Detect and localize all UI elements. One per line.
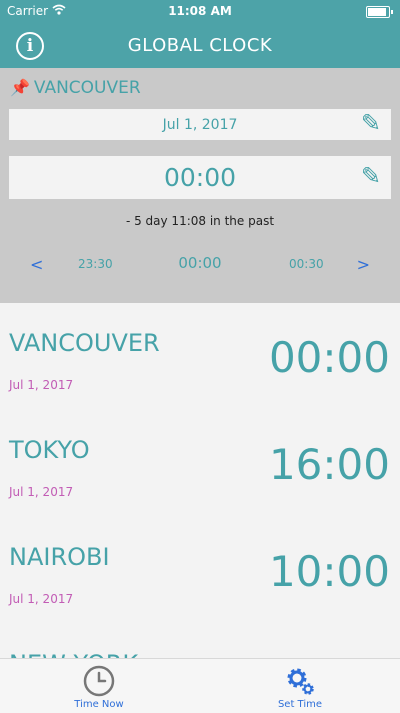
- clock-row[interactable]: NEW YORK: [0, 624, 400, 658]
- pencil-icon[interactable]: ✎: [361, 109, 381, 137]
- current-time-option: 00:00: [178, 254, 222, 272]
- battery-icon: [366, 6, 393, 18]
- status-time: 11:08 AM: [168, 4, 232, 18]
- date-field[interactable]: Jul 1, 2017 ✎: [9, 109, 391, 140]
- status-bar: Carrier 11:08 AM: [0, 0, 400, 22]
- page-title: GLOBAL CLOCK: [127, 35, 273, 56]
- pushpin-icon: 📌: [10, 78, 30, 97]
- location-label: VANCOUVER: [33, 78, 141, 98]
- city-date: Jul 1, 2017: [9, 485, 74, 499]
- clock-icon: [83, 665, 115, 697]
- time-stepper: < 23:30 00:00 00:30 >: [0, 253, 400, 277]
- clock-row[interactable]: NAIROBI Jul 1, 2017 10:00: [0, 517, 400, 624]
- city-date: Jul 1, 2017: [9, 378, 74, 392]
- selected-location: 📌 VANCOUVER: [10, 78, 141, 98]
- tab-label: Time Now: [74, 699, 124, 710]
- nav-bar: i GLOBAL CLOCK: [0, 22, 400, 68]
- city-time: 10:00: [268, 547, 390, 596]
- tab-bar: Time Now Set Time: [0, 658, 400, 713]
- date-value: Jul 1, 2017: [162, 117, 238, 133]
- city-name: NEW YORK: [9, 650, 138, 658]
- tab-label: Set Time: [277, 699, 323, 710]
- clock-row[interactable]: VANCOUVER Jul 1, 2017 00:00: [0, 303, 400, 410]
- time-offset-note: - 5 day 11:08 in the past: [125, 214, 275, 228]
- clock-row[interactable]: TOKYO Jul 1, 2017 16:00: [0, 410, 400, 517]
- gears-icon: [287, 668, 314, 695]
- city-time: 16:00: [268, 440, 390, 489]
- time-field[interactable]: 00:00 ✎: [9, 156, 391, 199]
- chevron-right-icon[interactable]: >: [357, 255, 370, 274]
- city-name: TOKYO: [9, 436, 90, 464]
- time-editor-panel: 📌 VANCOUVER Jul 1, 2017 ✎ 00:00 ✎ - 5 day…: [0, 68, 400, 303]
- pencil-icon[interactable]: ✎: [361, 162, 381, 190]
- city-name: NAIROBI: [9, 543, 110, 571]
- clock-list[interactable]: VANCOUVER Jul 1, 2017 00:00 TOKYO Jul 1,…: [0, 303, 400, 658]
- next-time-option[interactable]: 00:30: [289, 257, 324, 271]
- city-name: VANCOUVER: [9, 329, 160, 357]
- tab-set-time[interactable]: Set Time: [245, 659, 355, 713]
- time-value: 00:00: [163, 163, 237, 192]
- city-date: Jul 1, 2017: [9, 592, 74, 606]
- tab-time-now[interactable]: Time Now: [44, 659, 154, 713]
- city-time: 00:00: [268, 333, 390, 382]
